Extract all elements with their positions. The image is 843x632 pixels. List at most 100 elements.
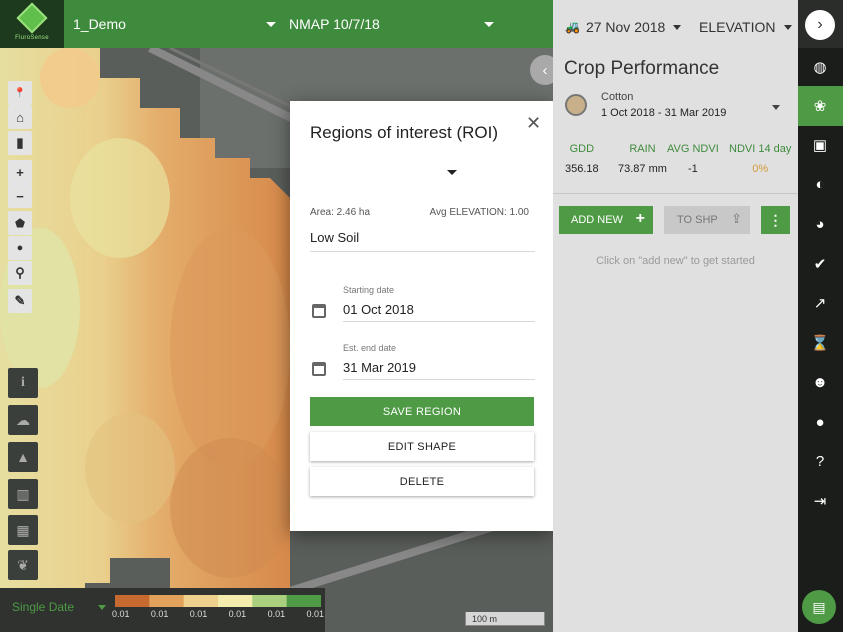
nav-help[interactable]: ? <box>808 449 832 473</box>
circle-icon: ● <box>16 242 24 254</box>
chevron-down-icon <box>484 22 494 27</box>
home-tool-button[interactable]: ⌂ <box>8 105 32 129</box>
legend-tick-label: 0.01 <box>189 609 208 619</box>
stat-label: NDVI 14 day <box>729 143 792 155</box>
layer-type-select[interactable]: ELEVATION <box>699 19 792 35</box>
avg-elevation-label: Avg ELEVATION: 1.00 <box>429 207 530 218</box>
legend-tick-label: 0.01 <box>112 609 130 619</box>
right-nav-rail: › ◍ ❀ ▣ ◐ ◕ ✔ ↗ ⌛ ☻ ● ? ⇥ <box>798 0 843 632</box>
scale-label: 100 m <box>472 614 498 624</box>
divider <box>553 193 798 194</box>
farm-select-value: 1_Demo <box>73 16 126 32</box>
expand-button[interactable]: › <box>805 10 835 40</box>
chat-button[interactable]: ▤ <box>802 590 836 624</box>
help-icon: ? <box>815 452 825 470</box>
pie-chart-icon: ◕ <box>815 215 825 233</box>
nav-logout[interactable]: ⇥ <box>808 489 832 513</box>
zoom-out-button[interactable]: − <box>8 184 32 208</box>
layers-icon: ▦ <box>16 521 30 538</box>
nav-account[interactable]: ● <box>808 410 832 434</box>
place-marker-button[interactable]: ⚲ <box>8 261 32 285</box>
legend-color-swatch <box>115 595 150 607</box>
nav-compare[interactable]: ◐ <box>808 172 832 196</box>
legend-color-swatch <box>218 595 253 607</box>
nav-field-scan[interactable]: ◍ <box>808 55 832 79</box>
app-logo[interactable]: FluroSense <box>0 0 64 48</box>
legend-tick-label: 0.01 <box>306 609 324 619</box>
info-icon: i <box>21 375 25 390</box>
dialog-title: Regions of interest (ROI) <box>310 123 499 142</box>
alerts-button[interactable]: ▲ <box>8 442 38 472</box>
edit-tool-button[interactable]: ✎ <box>8 289 32 313</box>
polygon-icon: ⬟ <box>15 217 25 230</box>
edit-shape-button[interactable]: EDIT SHAPE <box>310 432 534 461</box>
half-circle-icon: ◐ <box>815 175 825 193</box>
more-options-button[interactable]: ⋮ <box>761 206 790 234</box>
weather-button[interactable]: ☁ <box>8 405 38 435</box>
crop-button[interactable]: ❦ <box>8 550 38 580</box>
nav-history[interactable]: ⌛ <box>808 331 832 355</box>
chevron-down-icon <box>673 24 682 30</box>
analytics-button[interactable]: ▥ <box>8 479 38 509</box>
nav-tasks[interactable]: ✔ <box>808 252 832 276</box>
cotton-icon <box>565 94 587 116</box>
nav-zones[interactable]: ◕ <box>808 212 832 236</box>
stat-ndvi-14-day: NDVI 14 day 0% <box>729 143 791 175</box>
draw-polygon-button[interactable]: ⬟ <box>8 211 32 235</box>
chevron-right-icon: › <box>817 16 823 33</box>
nav-crop-performance[interactable]: ❀ <box>808 94 832 118</box>
scale-bar: 100 m <box>465 612 545 626</box>
start-date-label: Starting date <box>343 285 395 295</box>
region-name-input[interactable]: Low Soil <box>310 230 535 252</box>
end-date-input[interactable]: 31 Mar 2019 <box>343 360 535 380</box>
add-new-label: ADD NEW <box>571 214 623 226</box>
start-date-input[interactable]: 01 Oct 2018 <box>343 302 535 322</box>
plus-icon: + <box>635 210 645 227</box>
pin-tool-button[interactable]: 📍 <box>8 81 32 105</box>
layer-type-value: ELEVATION <box>699 19 776 35</box>
legend-tick-label: 0.01 <box>228 609 247 619</box>
add-new-button[interactable]: ADD NEW + <box>559 206 653 234</box>
close-icon[interactable]: ✕ <box>526 113 541 134</box>
stat-gdd: GDD 356.18 <box>565 143 599 175</box>
nav-team[interactable]: ☻ <box>808 370 832 394</box>
info-button[interactable]: i <box>8 368 38 398</box>
leaf-icon: ❀ <box>813 98 827 115</box>
layer-select[interactable]: NMAP 10/7/18 <box>289 0 494 48</box>
export-shp-button[interactable]: TO SHP ⇪ <box>664 206 750 234</box>
chevron-down-icon <box>266 22 276 27</box>
user-icon: ● <box>815 413 825 431</box>
save-region-button[interactable]: SAVE REGION <box>310 397 534 426</box>
layers-button[interactable]: ▦ <box>8 515 38 545</box>
edit-icon: ✎ <box>14 293 26 308</box>
zoom-in-button[interactable]: + <box>8 160 32 184</box>
stat-value: 356.18 <box>565 163 599 175</box>
area-label: Area: 2.46 ha <box>310 207 371 218</box>
ruler-tool-button[interactable]: ▮ <box>8 131 32 155</box>
chevron-down-icon <box>98 605 106 610</box>
legend-tick-label: 0.01 <box>150 609 169 619</box>
legend-color-swatch <box>183 595 219 607</box>
crop-select-chevron-down-icon[interactable] <box>772 105 780 110</box>
stat-avg-ndvi: AVG NDVI -1 <box>667 143 719 175</box>
nav-images[interactable]: ▣ <box>808 133 832 157</box>
rail-header: › <box>798 0 843 48</box>
legend-ticks: 0.01 0.01 0.01 0.01 0.01 0.01 <box>112 609 324 619</box>
legend-type-value: Single Date <box>12 600 75 614</box>
stat-label: GDD <box>569 143 595 155</box>
delete-button[interactable]: DELETE <box>310 467 534 496</box>
roi-select-chevron-down-icon[interactable] <box>447 170 457 175</box>
logout-icon: ⇥ <box>813 493 827 510</box>
nav-analytics[interactable]: ↗ <box>808 291 832 315</box>
logo-text: FluroSense <box>15 35 49 41</box>
calendar-icon[interactable] <box>312 362 326 376</box>
date-select[interactable]: 🚜 27 Nov 2018 <box>565 19 682 35</box>
legend-color-swatch <box>286 595 321 607</box>
calendar-icon[interactable] <box>312 304 326 318</box>
legend-gradient-bar <box>115 595 321 607</box>
tractor-icon: 🚜 <box>565 20 580 34</box>
chevron-down-icon <box>783 24 792 30</box>
draw-circle-button[interactable]: ● <box>8 236 32 260</box>
farm-select[interactable]: 1_Demo <box>73 0 276 48</box>
plus-icon: + <box>16 164 24 180</box>
